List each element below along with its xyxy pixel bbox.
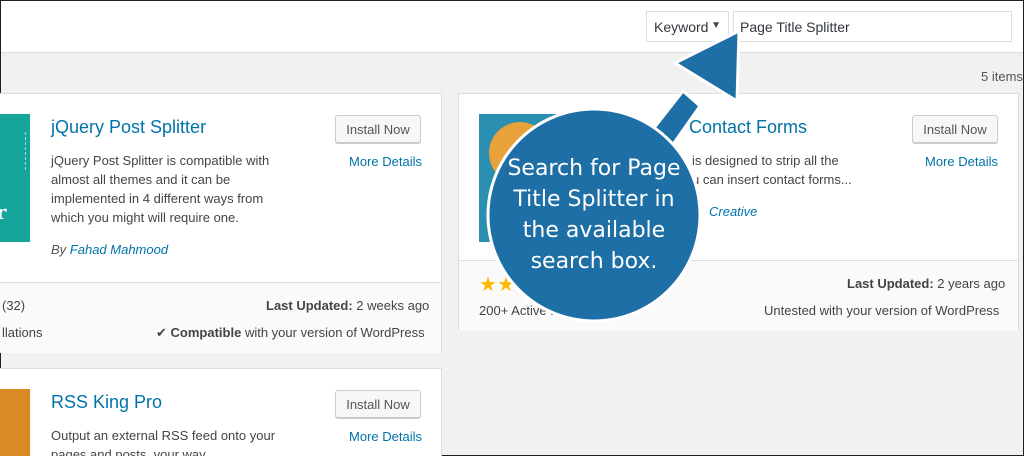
- callout-line: the available: [522, 218, 666, 243]
- description-line: u can insert contact forms...: [692, 172, 852, 187]
- active-installs: llations: [2, 325, 43, 340]
- chevron-down-icon: ▼: [711, 20, 721, 31]
- plugin-card-jquery-post-splitter: r jQuery Post Splitter Install Now More …: [0, 93, 442, 353]
- search-type-label: Keyword: [654, 19, 709, 35]
- author-link[interactable]: Creative: [709, 204, 757, 219]
- callout-line: Title Splitter in: [513, 187, 675, 212]
- author-link[interactable]: Fahad Mahmood: [70, 242, 168, 257]
- compatible-label: Compatible: [170, 325, 242, 340]
- star-icon: ★: [496, 274, 515, 296]
- last-updated-label: Last Updated:: [847, 276, 934, 291]
- plugin-description: Output an external RSS feed onto your pa…: [51, 426, 321, 456]
- plugin-search-input[interactable]: Page Title Splitter: [733, 11, 1012, 42]
- star-icon: ★: [479, 274, 497, 296]
- description-line: Output an external RSS feed onto your: [51, 428, 276, 443]
- description-line: almost all themes and it can be: [51, 172, 231, 187]
- plugin-card-footer: (32) llations Last Updated: 2 weeks ago …: [0, 282, 441, 353]
- callout-line: Search for Page: [507, 156, 681, 181]
- description-line: pages and posts, your way: [51, 447, 206, 456]
- more-details-link[interactable]: More Details: [925, 154, 998, 169]
- callout-line: search box.: [530, 249, 658, 274]
- plugin-author: Creative: [709, 204, 757, 219]
- author-prefix: By: [51, 242, 67, 257]
- description-line: which you might will require one.: [51, 210, 239, 225]
- plugin-thumbnail: [0, 389, 30, 456]
- last-updated-value: 2 weeks ago: [356, 298, 430, 313]
- more-details-link[interactable]: More Details: [349, 154, 422, 169]
- plugin-description: is designed to strip all the u can inser…: [692, 151, 892, 189]
- install-now-button[interactable]: Install Now: [335, 115, 421, 143]
- results-count: 5 items: [981, 69, 1023, 84]
- thumbnail-logo-mark: r: [0, 200, 7, 224]
- plugin-thumbnail: r: [0, 114, 30, 242]
- description-line: implemented in 4 different ways from: [51, 191, 264, 206]
- last-updated: Last Updated: 2 years ago: [847, 276, 1005, 291]
- last-updated: Last Updated: 2 weeks ago: [266, 298, 429, 313]
- install-now-button[interactable]: Install Now: [912, 115, 998, 143]
- plugin-card-rss-king-pro: RSS King Pro Install Now More Details Ou…: [0, 368, 442, 456]
- callout-text: Search for Page Title Splitter in the av…: [499, 153, 689, 277]
- more-details-link[interactable]: More Details: [349, 429, 422, 444]
- compatibility: Untested with your version of WordPress: [764, 303, 1000, 318]
- search-type-select[interactable]: Keyword ▼: [646, 11, 729, 42]
- description-line: jQuery Post Splitter is compatible with: [51, 153, 270, 168]
- install-now-button[interactable]: Install Now: [335, 390, 421, 418]
- description-line: is designed to strip all the: [692, 153, 839, 168]
- last-updated-value: 2 years ago: [937, 276, 1006, 291]
- plugin-title[interactable]: RSS King Pro: [51, 392, 162, 413]
- plugin-title[interactable]: Contact Forms: [689, 117, 807, 138]
- check-icon: ✔: [156, 325, 167, 340]
- last-updated-label: Last Updated:: [266, 298, 353, 313]
- thumbnail-dotted-frame: [6, 132, 26, 170]
- rating-count: (32): [2, 298, 26, 313]
- plugin-author: By Fahad Mahmood: [51, 242, 168, 257]
- compatibility: ✔ Compatible with your version of WordPr…: [156, 325, 425, 341]
- compatible-text: with your version of WordPress: [244, 325, 425, 340]
- plugin-description: jQuery Post Splitter is compatible with …: [51, 151, 321, 227]
- search-query-text: Page Title Splitter: [740, 19, 850, 35]
- active-installs: 200+ Active I: [479, 303, 554, 318]
- plugin-title[interactable]: jQuery Post Splitter: [51, 117, 206, 138]
- plugin-card-body: r jQuery Post Splitter Install Now More …: [0, 94, 441, 282]
